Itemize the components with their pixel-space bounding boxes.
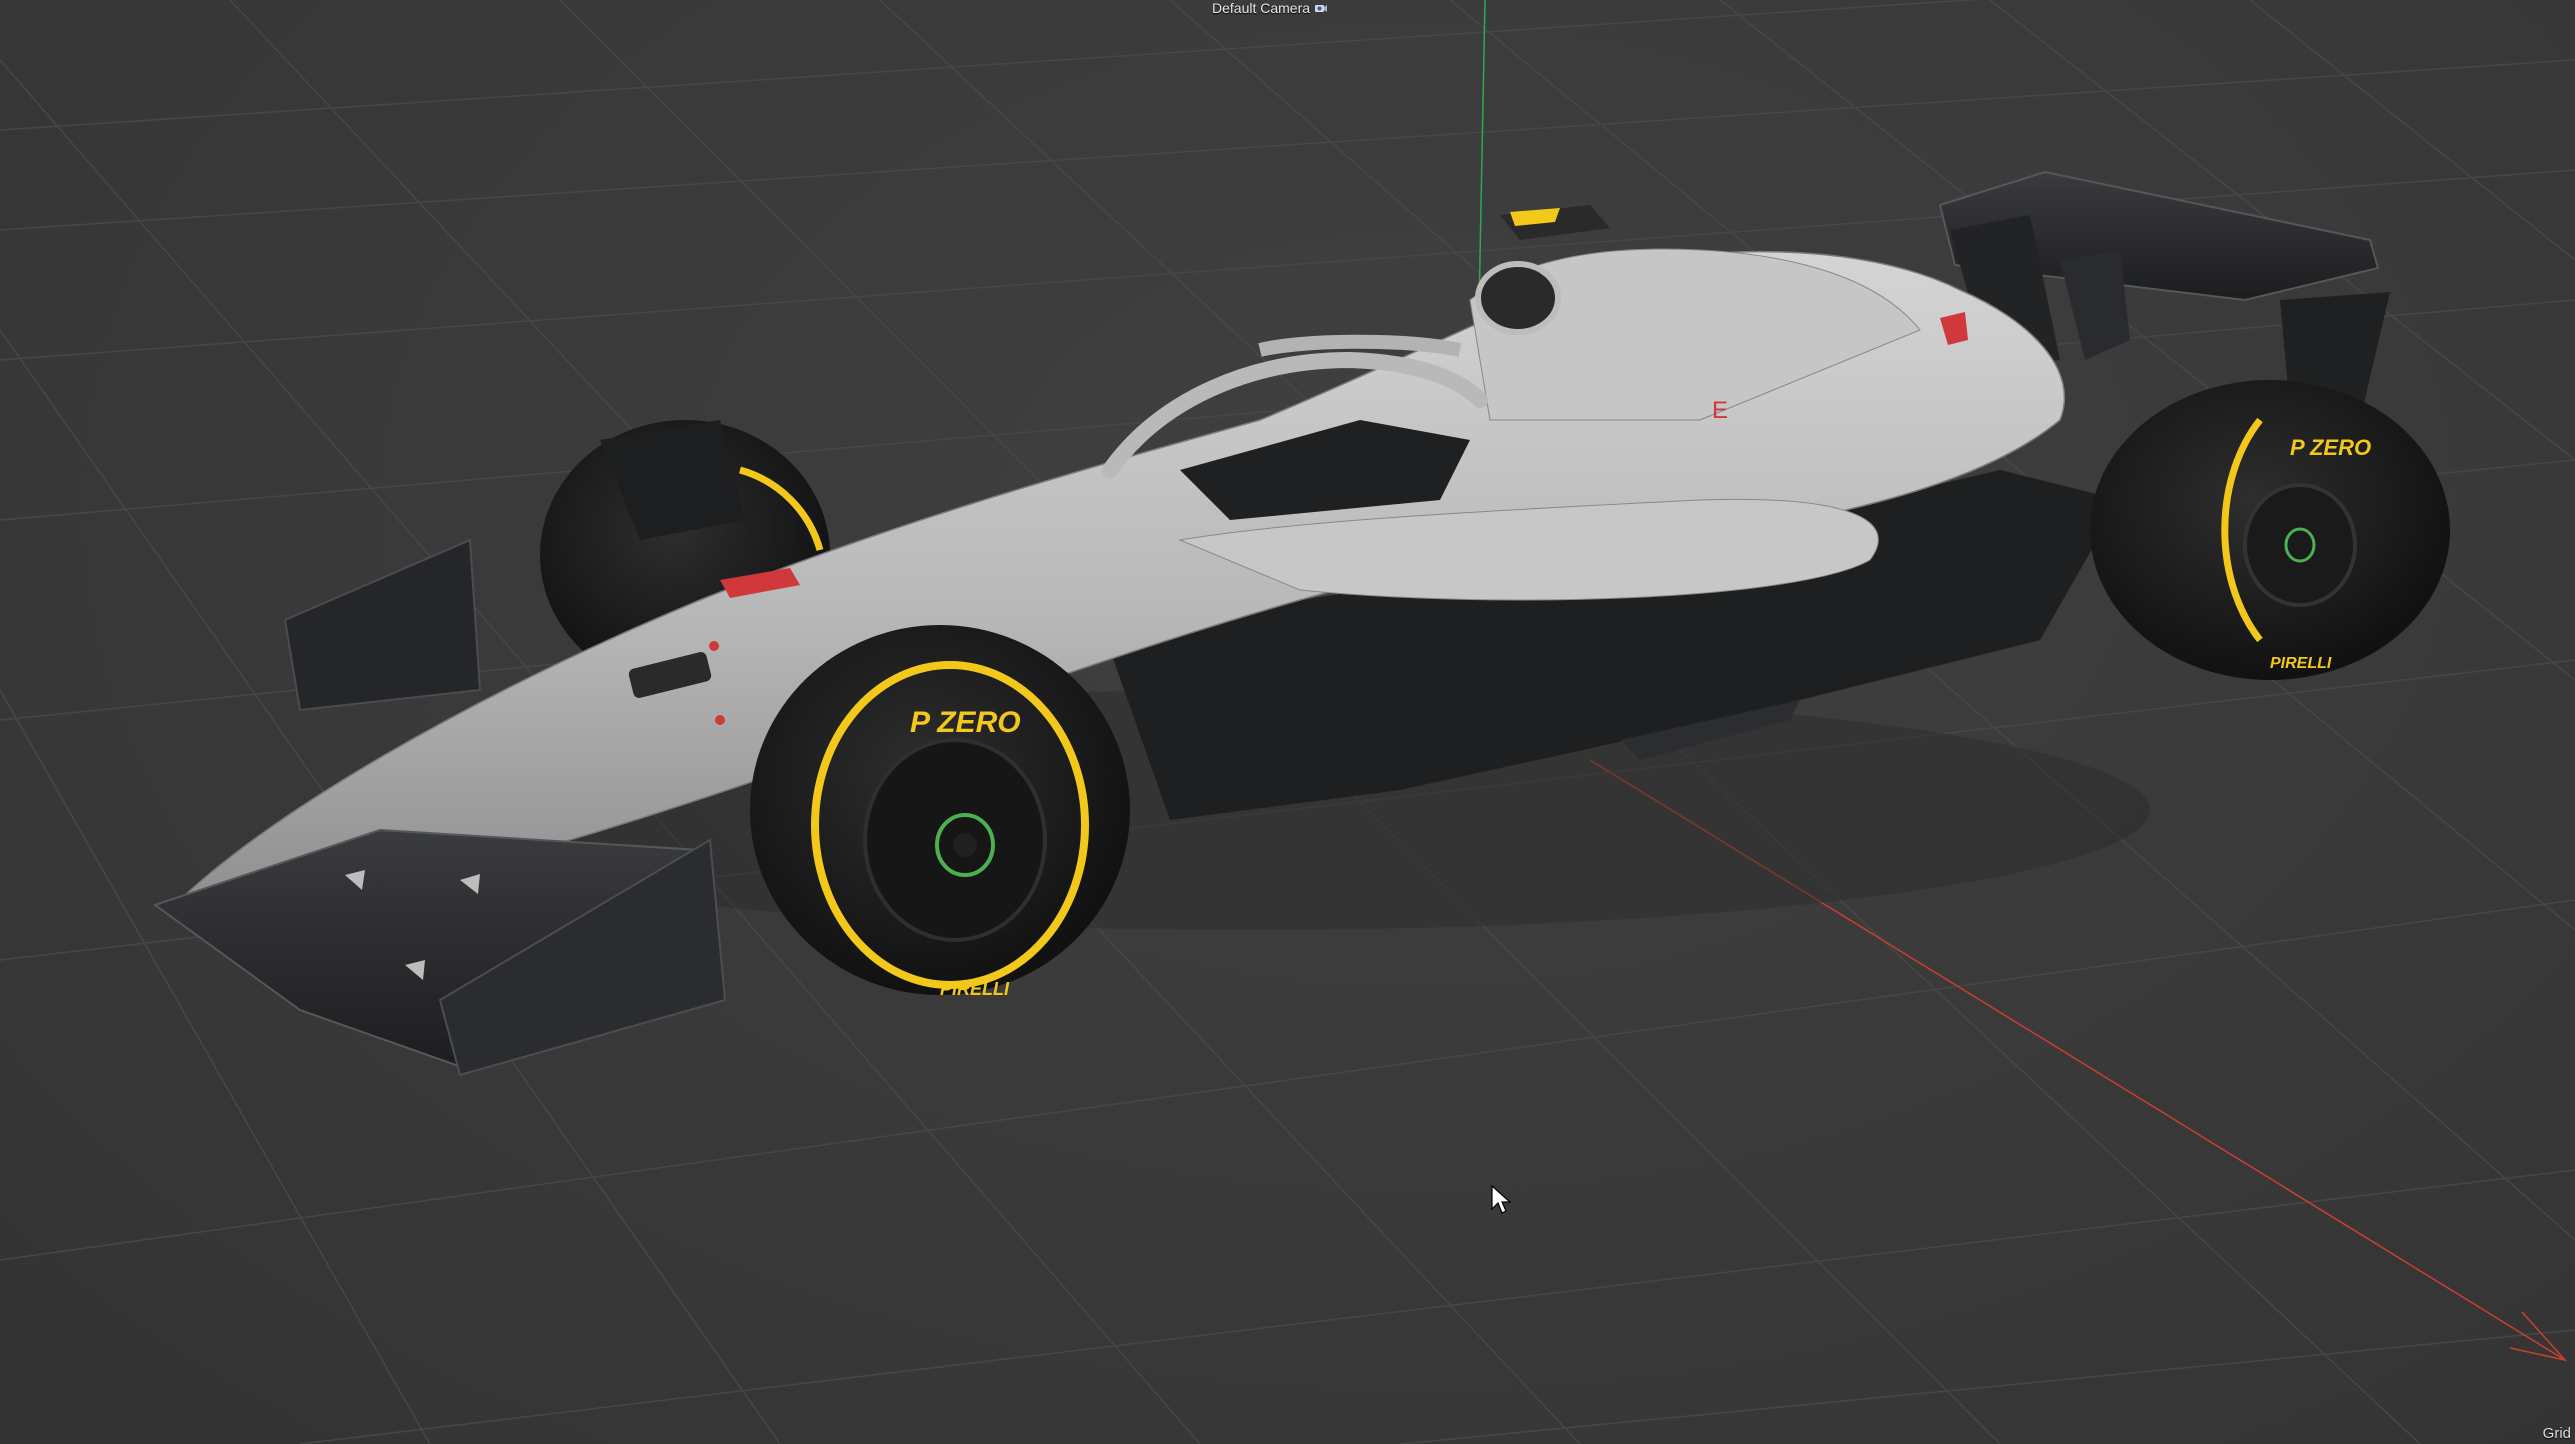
grid-label[interactable]: Grid xyxy=(2543,1425,2571,1442)
camera-menu[interactable]: Default Camera xyxy=(1208,0,1332,16)
rear-tyre-pzero-text: P ZERO xyxy=(2290,435,2371,460)
front-tyre-pirelli-text: PIRELLI xyxy=(940,979,1010,999)
front-right-tyre: P ZERO PIRELLI xyxy=(750,625,1130,999)
rear-tyre-pirelli-text: PIRELLI xyxy=(2270,655,2332,672)
mouse-cursor-icon xyxy=(1491,1185,1511,1214)
viewport-scene[interactable]: E P ZERO PIRELLI P ZERO PIRELLI xyxy=(0,0,2575,1444)
livery-e-mark: E xyxy=(1712,397,1728,424)
rear-right-tyre: P ZERO PIRELLI xyxy=(2090,380,2450,680)
airbox-intake xyxy=(1475,261,1561,335)
front-tyre-pzero-text: P ZERO xyxy=(910,706,1021,739)
f1-car-model[interactable]: E P ZERO PIRELLI P ZERO PIRELLI xyxy=(152,170,2450,1077)
camera-options-icon[interactable] xyxy=(1314,2,1328,14)
camera-label[interactable]: Default Camera xyxy=(1212,0,1310,16)
3d-viewport[interactable]: E P ZERO PIRELLI P ZERO PIRELLI Default … xyxy=(0,0,2575,1444)
